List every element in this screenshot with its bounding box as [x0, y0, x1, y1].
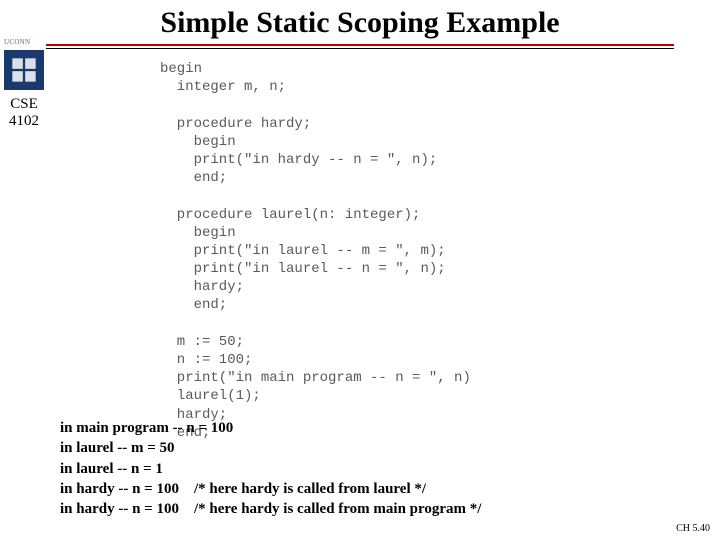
output-line-1: in main program -- n = 100	[60, 418, 481, 438]
slide-header: Simple Static Scoping Example	[0, 0, 720, 49]
oak-leaf-icon	[10, 56, 38, 84]
slide-footer: CH 5.40	[676, 523, 710, 534]
red-divider	[46, 44, 674, 46]
uconn-label: UCONN	[4, 38, 30, 46]
course-code-line1: CSE	[4, 96, 44, 113]
output-line-3: in laurel -- n = 1	[60, 459, 481, 479]
output-line-5: in hardy -- n = 100 /* here hardy is cal…	[60, 499, 481, 519]
black-divider	[46, 48, 674, 49]
page-title: Simple Static Scoping Example	[0, 6, 720, 40]
course-code: CSE 4102	[4, 96, 44, 131]
output-line-4: in hardy -- n = 100 /* here hardy is cal…	[60, 479, 481, 499]
program-output: in main program -- n = 100 in laurel -- …	[60, 418, 481, 519]
output-line-2: in laurel -- m = 50	[60, 438, 481, 458]
uconn-logo	[4, 50, 44, 90]
code-listing: begin integer m, n; procedure hardy; beg…	[160, 60, 471, 442]
title-rule	[46, 44, 674, 49]
course-code-line2: 4102	[4, 113, 44, 130]
